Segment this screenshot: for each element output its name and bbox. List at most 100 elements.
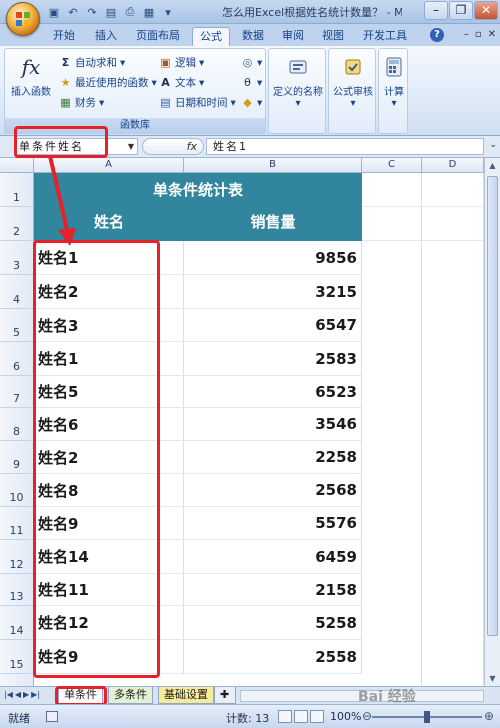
text-button[interactable]: A 文本 ▾ bbox=[159, 75, 204, 91]
name-cell[interactable]: 姓名14 bbox=[34, 540, 184, 574]
column-header-a[interactable]: A bbox=[34, 158, 184, 173]
name-cell[interactable]: 姓名6 bbox=[34, 408, 184, 441]
row-header[interactable]: 3 bbox=[0, 241, 34, 275]
datetime-button[interactable]: ▤ 日期和时间 ▾ bbox=[159, 95, 235, 111]
row-header[interactable]: 7 bbox=[0, 376, 34, 408]
row-header[interactable]: 14 bbox=[0, 606, 34, 640]
tab-developer[interactable]: 开发工具 bbox=[358, 27, 412, 46]
name-box-dropdown-icon[interactable]: ▼ bbox=[128, 139, 134, 154]
page-break-view-icon[interactable] bbox=[310, 710, 324, 723]
name-cell[interactable]: 姓名12 bbox=[34, 606, 184, 640]
name-cell[interactable]: 姓名2 bbox=[34, 275, 184, 309]
help-icon[interactable]: ? bbox=[430, 28, 444, 42]
wb-minimize-icon[interactable]: – bbox=[464, 29, 469, 40]
row-header[interactable]: 9 bbox=[0, 441, 34, 474]
sales-cell[interactable]: 5576 bbox=[184, 507, 362, 540]
row-header[interactable]: 5 bbox=[0, 309, 34, 342]
autosum-button[interactable]: Σ 自动求和 ▾ bbox=[59, 55, 126, 71]
sales-cell[interactable]: 2583 bbox=[184, 342, 362, 376]
scroll-thumb[interactable] bbox=[487, 176, 498, 636]
sales-cell[interactable]: 6523 bbox=[184, 376, 362, 408]
sales-cell[interactable]: 2158 bbox=[184, 574, 362, 606]
name-cell[interactable]: 姓名3 bbox=[34, 309, 184, 342]
row-header[interactable]: 15 bbox=[0, 640, 34, 674]
row-header[interactable]: 4 bbox=[0, 275, 34, 309]
cell[interactable] bbox=[362, 207, 422, 241]
select-all-corner[interactable] bbox=[0, 158, 34, 173]
name-cell[interactable]: 姓名8 bbox=[34, 474, 184, 507]
formula-input[interactable]: 姓名1 bbox=[206, 138, 484, 155]
last-sheet-icon[interactable]: ▶| bbox=[31, 690, 40, 699]
scroll-up-icon[interactable]: ▲ bbox=[485, 158, 500, 173]
close-button[interactable]: ✕ bbox=[474, 1, 498, 20]
logical-button[interactable]: ▣ 逻辑 ▾ bbox=[159, 55, 204, 71]
tab-data[interactable]: 数据 bbox=[236, 27, 270, 46]
row-header[interactable]: 13 bbox=[0, 574, 34, 606]
zoom-in-icon[interactable]: ⊕ bbox=[484, 709, 494, 723]
scroll-down-icon[interactable]: ▼ bbox=[485, 671, 500, 686]
next-sheet-icon[interactable]: ▶ bbox=[23, 690, 29, 699]
undo-icon[interactable]: ↶ bbox=[65, 4, 81, 20]
zoom-out-icon[interactable]: ⊖ bbox=[362, 709, 372, 723]
more-functions-button[interactable]: ◆ ▾ bbox=[241, 95, 262, 111]
sheet-tab-single[interactable]: 单条件 bbox=[58, 687, 103, 704]
macro-record-icon[interactable] bbox=[46, 711, 58, 722]
prev-sheet-icon[interactable]: ◀ bbox=[15, 690, 21, 699]
page-layout-view-icon[interactable] bbox=[294, 710, 308, 723]
save-icon[interactable]: ▣ bbox=[46, 4, 62, 20]
tab-page-layout[interactable]: 页面布局 bbox=[130, 27, 186, 46]
cell[interactable] bbox=[422, 173, 484, 207]
formula-auditing-button[interactable]: 公式审核 ▾ bbox=[329, 53, 377, 109]
calculation-button[interactable]: 计算 ▾ bbox=[379, 53, 409, 109]
sales-cell[interactable]: 3546 bbox=[184, 408, 362, 441]
name-cell[interactable]: 姓名11 bbox=[34, 574, 184, 606]
name-cell[interactable]: 姓名9 bbox=[34, 640, 184, 674]
office-button[interactable] bbox=[6, 2, 40, 36]
normal-view-icon[interactable] bbox=[278, 710, 292, 723]
row-header[interactable]: 2 bbox=[0, 207, 34, 241]
maximize-button[interactable]: ❐ bbox=[449, 1, 473, 20]
preview-icon[interactable]: ▦ bbox=[141, 4, 157, 20]
tab-insert[interactable]: 插入 bbox=[88, 27, 124, 46]
cell[interactable] bbox=[422, 207, 484, 241]
wb-restore-icon[interactable]: ▫ bbox=[475, 29, 482, 40]
recent-functions-button[interactable]: ★ 最近使用的函数 ▾ bbox=[59, 75, 157, 91]
expand-formula-bar-icon[interactable]: ⌄ bbox=[489, 140, 497, 150]
column-header-b[interactable]: B bbox=[184, 158, 362, 173]
minimize-button[interactable]: – bbox=[424, 1, 448, 20]
name-box[interactable]: 单条件姓名 ▼ bbox=[14, 138, 138, 155]
sales-cell[interactable]: 9856 bbox=[184, 241, 362, 275]
tab-view[interactable]: 视图 bbox=[316, 27, 350, 46]
sales-cell[interactable]: 5258 bbox=[184, 606, 362, 640]
sales-cell[interactable]: 2558 bbox=[184, 640, 362, 674]
first-sheet-icon[interactable]: |◀ bbox=[4, 690, 13, 699]
sales-cell[interactable]: 6547 bbox=[184, 309, 362, 342]
tab-formulas[interactable]: 公式 bbox=[192, 27, 230, 46]
row-header[interactable]: 11 bbox=[0, 507, 34, 540]
name-cell[interactable]: 姓名2 bbox=[34, 441, 184, 474]
name-cell[interactable]: 姓名1 bbox=[34, 241, 184, 275]
column-d-area[interactable] bbox=[422, 241, 484, 686]
wb-close-icon[interactable]: ✕ bbox=[488, 29, 496, 40]
insert-function-fx-button[interactable]: fx bbox=[142, 138, 204, 155]
qat-more-icon[interactable]: ▾ bbox=[160, 4, 176, 20]
sales-cell[interactable]: 6459 bbox=[184, 540, 362, 574]
print-icon[interactable]: ⎙ bbox=[122, 4, 138, 20]
redo-icon[interactable]: ↷ bbox=[84, 4, 100, 20]
sheet-tab-multi[interactable]: 多条件 bbox=[108, 687, 153, 704]
column-header-d[interactable]: D bbox=[422, 158, 484, 173]
defined-names-button[interactable]: 定义的名称 ▾ bbox=[271, 53, 325, 109]
row-header[interactable]: 10 bbox=[0, 474, 34, 507]
tab-home[interactable]: 开始 bbox=[46, 27, 82, 46]
open-icon[interactable]: ▤ bbox=[103, 4, 119, 20]
sales-cell[interactable]: 3215 bbox=[184, 275, 362, 309]
lookup-button[interactable]: ◎ ▾ bbox=[241, 55, 263, 71]
insert-sheet-icon[interactable]: ✚ bbox=[214, 687, 236, 704]
row-header[interactable] bbox=[0, 674, 34, 686]
worksheet-grid[interactable]: A B C D 1 2 3 4 5 6 7 8 9 10 11 12 13 14… bbox=[0, 158, 500, 686]
name-cell[interactable]: 姓名5 bbox=[34, 376, 184, 408]
sheet-tab-settings[interactable]: 基础设置 bbox=[158, 687, 214, 704]
column-c-area[interactable] bbox=[362, 241, 422, 686]
sales-cell[interactable]: 2258 bbox=[184, 441, 362, 474]
insert-function-button[interactable]: fx 插入函数 bbox=[9, 53, 53, 98]
